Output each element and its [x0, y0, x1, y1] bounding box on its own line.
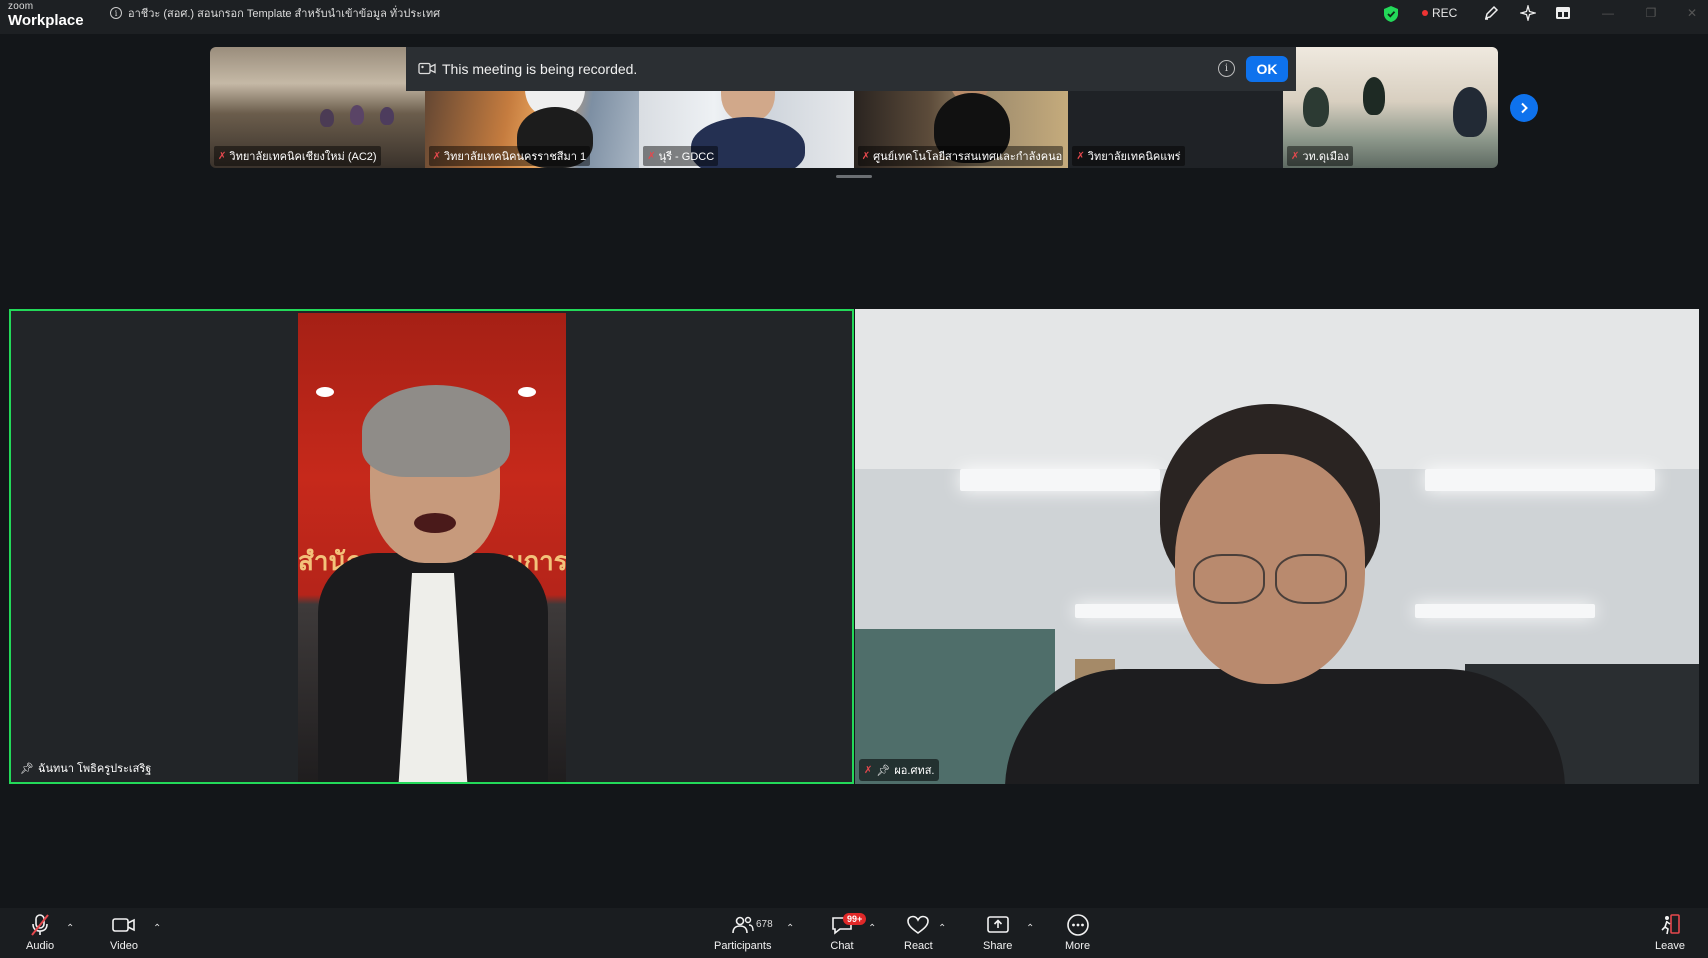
muted-microphone-icon	[31, 914, 49, 936]
recording-dot-icon	[1422, 10, 1428, 16]
zoom-workplace-logo: zoom Workplace	[8, 1, 84, 29]
share-button[interactable]: Share	[983, 915, 1012, 952]
react-button[interactable]: React	[904, 915, 933, 952]
next-page-arrow-icon[interactable]	[1510, 94, 1538, 122]
meeting-title[interactable]: i อาชีวะ (สอศ.) สอนกรอก Template สำหรับน…	[110, 4, 440, 22]
participant-thumbnail[interactable]: ✗ วิทยาลัยเทคนิคเชียงใหม่ (AC2)	[210, 47, 425, 168]
video-options-chevron-icon[interactable]: ⌃	[153, 923, 161, 934]
react-options-chevron-icon[interactable]: ⌃	[938, 923, 946, 934]
active-speaker-video-tile[interactable]: สำนักงานคณะกรรมการการอาชีวศึกษา 📌︎ ฉันทน…	[9, 309, 854, 784]
annotate-pen-icon[interactable]	[1482, 4, 1500, 22]
video-button[interactable]: Video	[110, 915, 138, 952]
muted-mic-icon: ✗	[218, 150, 227, 162]
restore-icon[interactable]: ❐	[1644, 6, 1658, 20]
speaker-name-label: 📌︎ ฉันทนา โพธิครูประเสริฐ	[20, 762, 152, 776]
recording-camera-icon	[418, 62, 436, 80]
participant-name-label: ✗ ศูนย์เทคโนโลยีสารสนเทศและกำลังคนอาชีว.…	[857, 146, 1063, 166]
logo-big-text: Workplace	[8, 12, 84, 29]
participant-name-label: ✗ วิทยาลัยเทคนิคแพร่	[1072, 146, 1185, 166]
muted-mic-icon: ✗	[864, 764, 873, 776]
participants-icon	[731, 916, 754, 934]
participant-name-label: ✗ วท.ดุเมือง	[1286, 146, 1353, 166]
muted-mic-icon: ✗	[432, 150, 441, 162]
video-camera-icon	[112, 918, 135, 932]
view-layout-icon[interactable]	[1554, 4, 1572, 22]
participant-video-tile[interactable]: ✗ 📌︎ ผอ.ศทส.	[855, 309, 1699, 784]
participant-name-label: ✗ วิทยาลัยเทคนิคนครราชสีมา 1	[428, 146, 591, 166]
strip-resize-handle[interactable]	[836, 175, 872, 178]
recording-indicator[interactable]: REC	[1422, 6, 1457, 20]
participants-count: 678	[756, 919, 773, 930]
audio-options-chevron-icon[interactable]: ⌃	[66, 923, 74, 934]
meeting-info-icon[interactable]: i	[110, 7, 122, 19]
participants-options-chevron-icon[interactable]: ⌃	[786, 923, 794, 934]
chat-options-chevron-icon[interactable]: ⌃	[868, 923, 876, 934]
participant-name-label: ✗ 📌︎ ผอ.ศทส.	[859, 759, 940, 781]
meeting-title-text: อาชีวะ (สอศ.) สอนกรอก Template สำหรับนำเ…	[128, 8, 441, 20]
participant-name-label: ✗ วิทยาลัยเทคนิคเชียงใหม่ (AC2)	[214, 146, 381, 166]
speaker-video-feed: สำนักงานคณะกรรมการการอาชีวศึกษา	[298, 313, 566, 782]
recording-notice-text: This meeting is being recorded.	[442, 61, 638, 77]
pin-icon: 📌︎	[876, 764, 891, 777]
audio-button[interactable]: Audio	[26, 913, 54, 952]
ai-companion-sparkle-icon[interactable]	[1519, 4, 1537, 22]
heart-icon	[907, 915, 930, 934]
pin-icon: 📌︎	[20, 762, 34, 775]
title-bar: zoom Workplace i อาชีวะ (สอศ.) สอนกรอก T…	[0, 0, 1708, 34]
minimize-icon[interactable]: —	[1601, 6, 1615, 20]
recording-notice-banner: This meeting is being recorded. i OK	[406, 47, 1296, 91]
muted-mic-icon: ✗	[1290, 150, 1300, 162]
more-button[interactable]: More	[1065, 913, 1090, 952]
logo-small-text: zoom	[8, 1, 34, 12]
more-dots-icon	[1066, 914, 1089, 936]
recording-info-icon[interactable]: i	[1218, 60, 1235, 77]
share-screen-icon	[986, 916, 1009, 933]
muted-mic-icon: ✗	[647, 150, 656, 162]
encryption-shield-icon[interactable]	[1383, 5, 1399, 28]
participant-name-label: ✗ นุรี - GDCC	[643, 146, 719, 166]
muted-mic-icon: ✗	[861, 150, 871, 162]
recording-label: REC	[1432, 6, 1458, 20]
chat-unread-badge: 99+	[843, 913, 867, 925]
share-options-chevron-icon[interactable]: ⌃	[1026, 923, 1034, 934]
close-window-icon[interactable]: ✕	[1685, 6, 1699, 20]
leave-door-icon	[1661, 914, 1680, 935]
muted-mic-icon: ✗	[1076, 150, 1085, 162]
participant-thumbnail[interactable]: ✗ วท.ดุเมือง	[1282, 47, 1498, 168]
leave-button[interactable]: Leave	[1655, 913, 1685, 952]
ok-button[interactable]: OK	[1246, 56, 1288, 82]
